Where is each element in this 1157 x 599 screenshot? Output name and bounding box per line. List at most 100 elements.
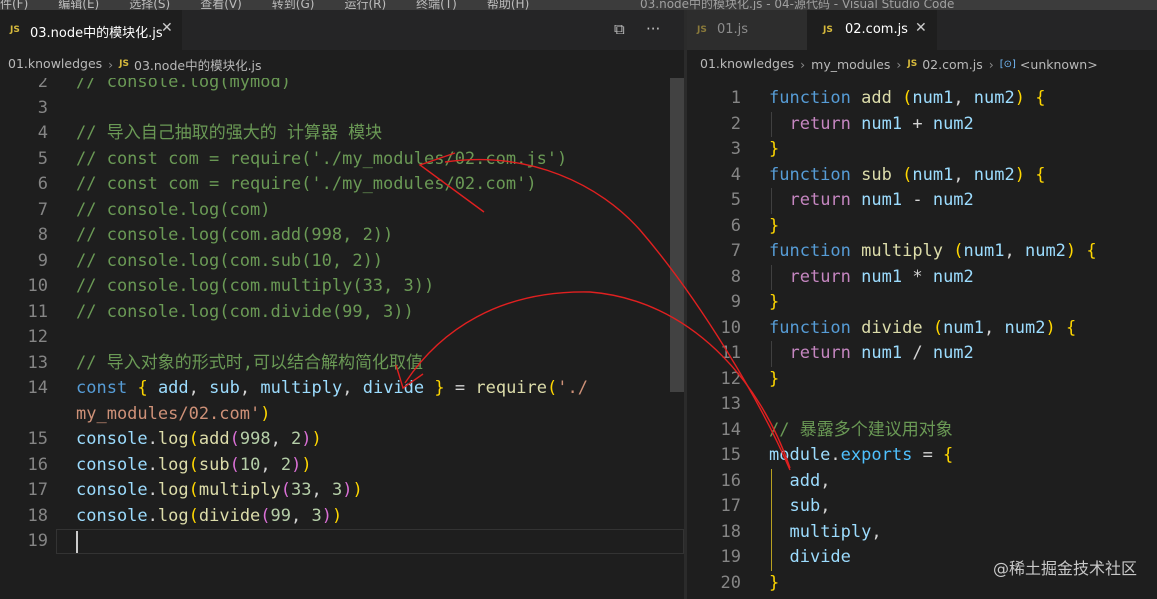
code-token: ) xyxy=(301,429,312,449)
code-line[interactable]: 10 function divide (num1, num2) { xyxy=(687,316,1157,342)
tab-03-node-module[interactable]: JS 03.node中的模块化.js ✕ xyxy=(0,10,182,50)
code-line[interactable]: 19 xyxy=(0,529,684,555)
code-token: add xyxy=(157,378,189,398)
tab-02-com-js[interactable]: JS 02.com.js ✕ xyxy=(807,10,937,50)
code-token: add xyxy=(789,470,821,491)
code-token: ) xyxy=(1014,88,1025,108)
breadcrumb-file[interactable]: 03.node中的模块化.js xyxy=(134,55,262,74)
code-line[interactable]: 15 console.log(add(998, 2)) xyxy=(0,427,684,453)
code-line[interactable]: 16 console.log(sub(10, 2)) xyxy=(0,453,684,479)
code-line[interactable]: 4 // 导入自己抽取的强大的 计算器 模块 xyxy=(0,121,684,147)
code-line[interactable]: 9} xyxy=(687,290,1157,316)
code-line[interactable]: 13 // 导入对象的形式时,可以结合解构简化取值 xyxy=(0,351,684,377)
line-number: 3 xyxy=(37,97,48,118)
menu-item[interactable]: 编辑(E) xyxy=(58,0,99,10)
line-number: 14 xyxy=(27,378,48,398)
code-line[interactable]: 12} xyxy=(687,367,1157,393)
breadcrumb-file[interactable]: 02.com.js xyxy=(922,57,983,72)
line-number: 17 xyxy=(27,480,48,500)
menu-item[interactable]: 终端(T) xyxy=(416,0,457,10)
menu-item[interactable]: 转到(G) xyxy=(272,0,315,10)
code-token: 10 xyxy=(239,454,261,475)
code-line[interactable]: 11 return num1 / num2 xyxy=(687,341,1157,367)
code-line[interactable]: 14 // 暴露多个建议用对象 xyxy=(687,418,1157,444)
menu-item[interactable]: 运行(R) xyxy=(344,0,386,10)
code-token: sub xyxy=(209,378,240,398)
tab-label: 02.com.js xyxy=(845,22,908,37)
watermark-text: @稀土掘金技术社区 xyxy=(992,559,1137,578)
code-line[interactable]: 1 function add (num1, num2) { xyxy=(687,86,1157,112)
code-line[interactable]: 7 function multiply (num1, num2) { xyxy=(687,239,1157,265)
indent-guide xyxy=(771,264,772,290)
code-line[interactable]: 18 console.log(divide(99, 3)) xyxy=(0,504,684,530)
code-line[interactable]: 7 // console.log(com) xyxy=(0,198,684,224)
code-line[interactable]: 16 add, xyxy=(687,469,1157,495)
code-line[interactable]: 14 const { add, sub, multiply, divide } =… xyxy=(0,376,684,402)
code-line[interactable]: 3} xyxy=(687,137,1157,163)
close-icon[interactable]: ✕ xyxy=(915,20,927,36)
code-line[interactable]: 3 xyxy=(0,96,684,122)
breadcrumb-subfolder[interactable]: my_modules xyxy=(811,57,890,72)
code-editor-left[interactable]: 2 // console.log(mymod) 3 4 // 导入自己抽取的强大的 计算… xyxy=(0,78,684,599)
code-token: . xyxy=(147,429,158,449)
menu-item[interactable]: 查看(V) xyxy=(200,0,242,10)
vertical-scrollbar[interactable] xyxy=(670,78,684,392)
close-icon[interactable]: ✕ xyxy=(161,20,173,36)
breadcrumb-folder[interactable]: 01.knowledges xyxy=(8,50,102,78)
code-line[interactable]: my_modules/02.com') xyxy=(0,402,684,428)
code-token: return xyxy=(789,343,851,363)
code-line[interactable]: 12 xyxy=(0,325,684,351)
code-line[interactable]: 5 // const com = require('./my_modules/02… xyxy=(0,147,684,173)
code-line[interactable]: 5 return num1 - num2 xyxy=(687,188,1157,214)
code-line[interactable]: 2 return num1 + num2 xyxy=(687,112,1157,138)
code-text: console.log(sub(10, 2)) xyxy=(76,453,312,479)
code-token: 998 xyxy=(239,429,271,449)
code-line[interactable]: 8 // console.log(com.add(998, 2)) xyxy=(0,223,684,249)
breadcrumb-folder[interactable]: 01.knowledges xyxy=(700,50,794,78)
code-token: ) xyxy=(260,403,271,424)
menu-item[interactable]: 选择(S) xyxy=(129,0,170,10)
code-line[interactable]: 13 xyxy=(687,392,1157,418)
split-editor-icon[interactable]: ⧉ xyxy=(614,20,625,38)
code-line[interactable]: 6} xyxy=(687,214,1157,240)
code-line[interactable]: 11 // console.log(com.divide(99, 3)) xyxy=(0,300,684,326)
tab-01-js[interactable]: JS 01.js xyxy=(687,10,807,50)
code-token: 99 xyxy=(270,505,292,526)
code-line[interactable]: 8 return num1 * num2 xyxy=(687,265,1157,291)
code-token: ) xyxy=(342,480,353,500)
left-tab-bar: JS 03.node中的模块化.js ✕ ⧉ ··· xyxy=(0,10,684,50)
code-token: ( xyxy=(902,164,913,185)
code-text: } xyxy=(769,137,779,163)
code-token: num2 xyxy=(973,164,1015,185)
code-line[interactable]: 4 function sub (num1, num2) { xyxy=(687,163,1157,189)
code-text: return num1 + num2 xyxy=(769,112,973,138)
code-line[interactable]: 6 // const com = require('./my_modules/02… xyxy=(0,172,684,198)
code-line[interactable]: 10 // console.log(com.multiply(33, 3)) xyxy=(0,274,684,300)
more-actions-icon[interactable]: ··· xyxy=(646,20,660,38)
code-token: } xyxy=(769,215,780,236)
code-line[interactable]: 15 module.exports = { xyxy=(687,443,1157,469)
code-token: ( xyxy=(229,429,240,449)
code-line[interactable]: 18 multiply, xyxy=(687,520,1157,546)
code-token: ) xyxy=(311,429,322,449)
code-token: { xyxy=(1035,88,1046,108)
code-line[interactable]: 17 sub, xyxy=(687,494,1157,520)
code-line[interactable]: 9 // console.log(com.sub(10, 2)) xyxy=(0,249,684,275)
line-number: 1 xyxy=(730,88,741,108)
menu-item[interactable]: 件(F) xyxy=(0,0,28,10)
menu-item[interactable]: 帮助(H) xyxy=(487,0,529,10)
code-token: log xyxy=(157,429,189,449)
code-token: return xyxy=(789,190,851,210)
code-editor-right[interactable]: 1 function add (num1, num2) {2 return num… xyxy=(687,78,1157,599)
code-line[interactable]: 17 console.log(multiply(33, 3)) xyxy=(0,478,684,504)
code-line[interactable]: 2 // console.log(mymod) xyxy=(0,78,684,96)
code-token: ) xyxy=(321,505,333,526)
breadcrumb-symbol[interactable]: <unknown> xyxy=(1020,57,1098,72)
code-token: * xyxy=(902,266,933,287)
code-text: function add (num1, num2) { xyxy=(769,86,1046,112)
code-token: , xyxy=(311,480,332,500)
